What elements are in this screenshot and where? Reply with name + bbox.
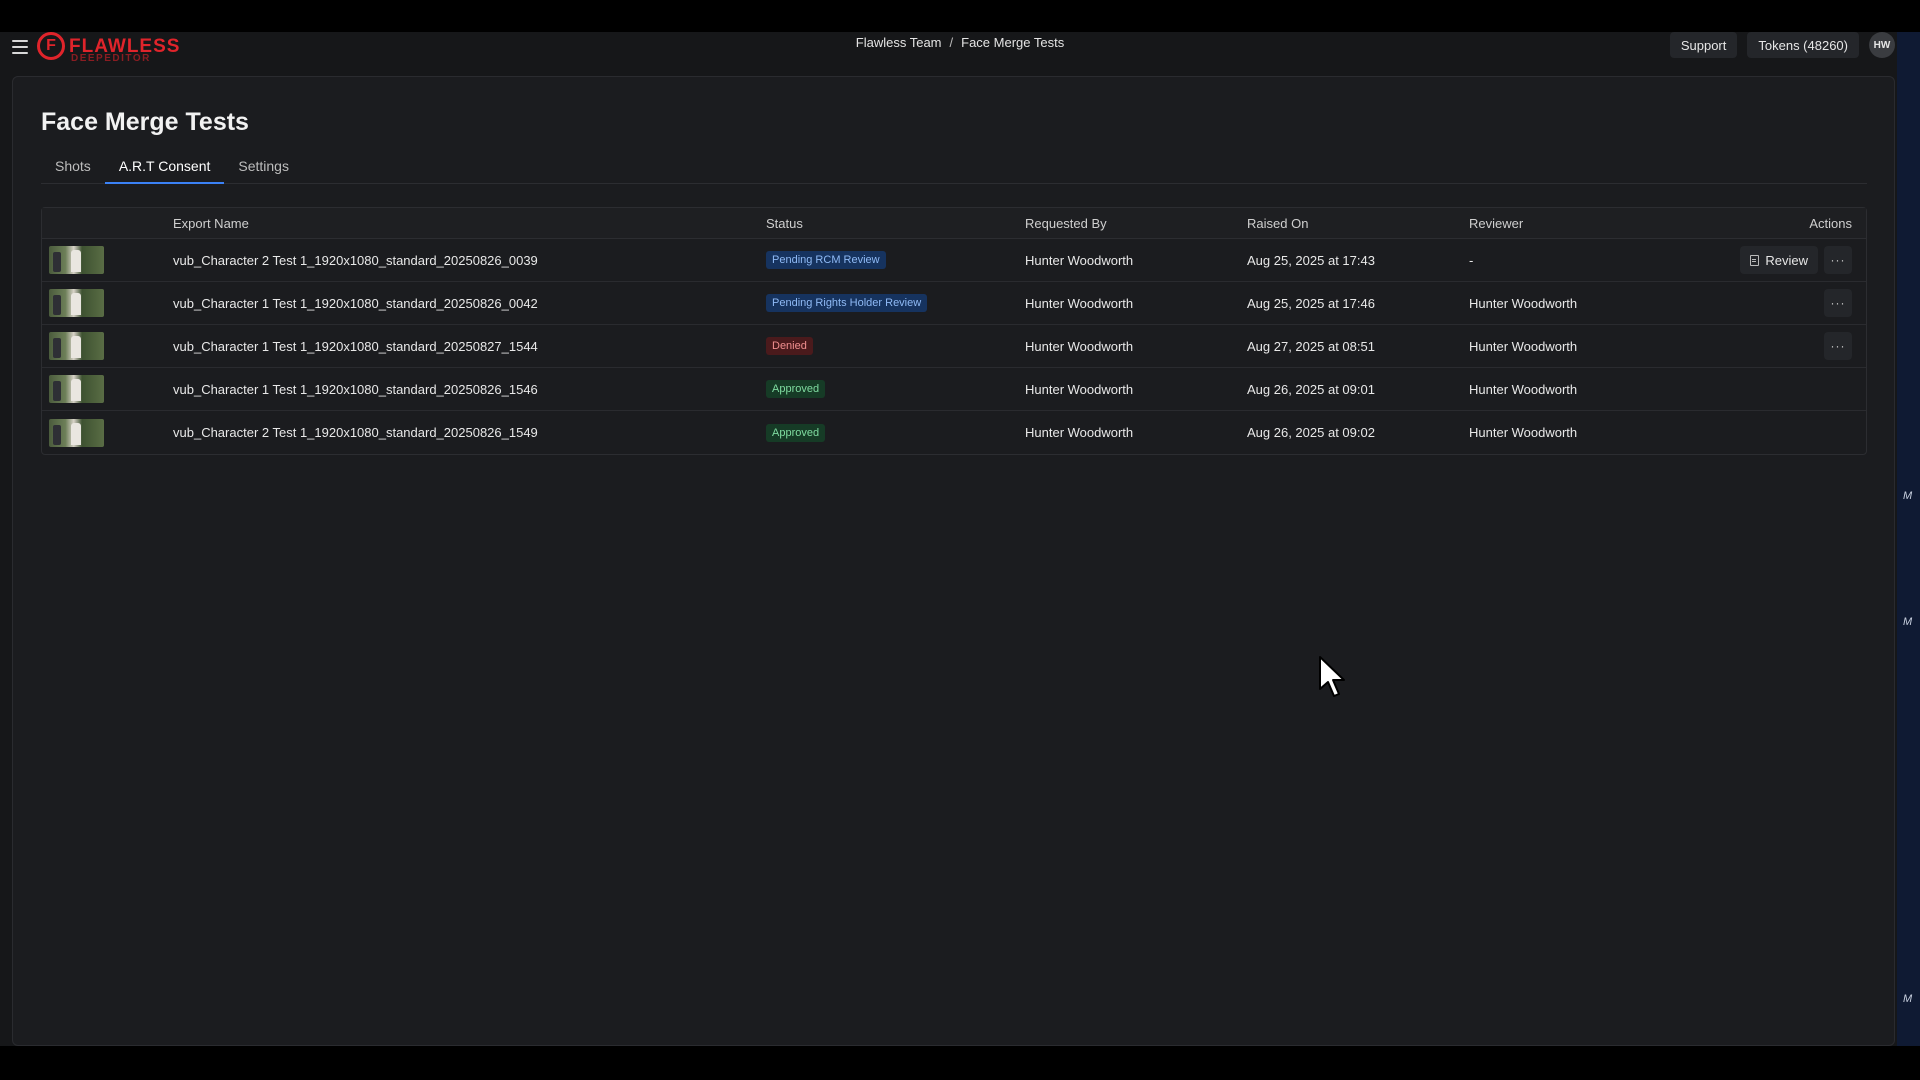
- thumb-cell: [42, 246, 173, 274]
- tab-settings[interactable]: Settings: [224, 154, 303, 184]
- more-options-button[interactable]: ···: [1824, 246, 1852, 274]
- status-badge: Approved: [766, 423, 826, 442]
- breadcrumb-team[interactable]: Flawless Team: [856, 35, 942, 50]
- review-label: Review: [1765, 252, 1808, 268]
- more-options-button[interactable]: ···: [1824, 332, 1852, 360]
- requested-by: Hunter Woodworth: [1025, 338, 1134, 354]
- tab-art-consent[interactable]: A.R.T Consent: [104, 154, 225, 184]
- table-row[interactable]: vub_Character 2 Test 1_1920x1080_standar…: [42, 239, 1866, 282]
- logo-sub-text: DEEPEDITOR: [71, 53, 151, 64]
- reviewer: Hunter Woodworth: [1469, 295, 1578, 311]
- strip-mark: M: [1903, 616, 1913, 628]
- export-name: vub_Character 1 Test 1_1920x1080_standar…: [173, 381, 538, 397]
- page-title: Face Merge Tests: [41, 108, 249, 136]
- export-thumbnail[interactable]: [49, 246, 104, 274]
- status-badge: Denied: [766, 337, 813, 355]
- status-cell: Approved: [766, 380, 1025, 398]
- export-thumbnail[interactable]: [49, 375, 104, 403]
- tab-bar: Shots A.R.T Consent Settings: [41, 154, 1867, 184]
- raised-on: Aug 27, 2025 at 08:51: [1247, 338, 1375, 354]
- header-actions: Support Tokens (48260) HW: [1669, 32, 1895, 58]
- consent-table: Export Name Status Requested By Raised O…: [41, 207, 1867, 455]
- review-button[interactable]: Review: [1740, 246, 1818, 274]
- export-thumbnail[interactable]: [49, 289, 104, 317]
- breadcrumb: Flawless Team / Face Merge Tests: [0, 35, 1920, 50]
- thumb-cell: [42, 375, 173, 403]
- header-export-name[interactable]: Export Name: [173, 216, 766, 231]
- status-cell: Approved: [766, 423, 1025, 442]
- logo-sub-wrap: DEEPEDITOR: [37, 48, 151, 66]
- export-thumbnail[interactable]: [49, 332, 104, 360]
- strip-mark: M: [1903, 490, 1913, 502]
- actions-cell: ···: [1679, 289, 1866, 317]
- mouse-cursor-icon: [1319, 656, 1345, 697]
- reviewer: Hunter Woodworth: [1469, 338, 1578, 354]
- main-panel: Face Merge Tests Shots A.R.T Consent Set…: [12, 76, 1895, 1046]
- raised-on: Aug 25, 2025 at 17:46: [1247, 295, 1375, 311]
- table-row[interactable]: vub_Character 1 Test 1_1920x1080_standar…: [42, 282, 1866, 325]
- tokens-button[interactable]: Tokens (48260): [1747, 32, 1859, 58]
- requested-by: Hunter Woodworth: [1025, 252, 1134, 268]
- table-row[interactable]: vub_Character 1 Test 1_1920x1080_standar…: [42, 325, 1866, 368]
- export-name: vub_Character 2 Test 1_1920x1080_standar…: [173, 252, 538, 268]
- avatar[interactable]: HW: [1869, 32, 1895, 58]
- reviewer: Hunter Woodworth: [1469, 381, 1578, 397]
- header-status[interactable]: Status: [766, 216, 1025, 231]
- requested-by: Hunter Woodworth: [1025, 381, 1134, 397]
- header-reviewer[interactable]: Reviewer: [1469, 216, 1679, 231]
- thumb-cell: [42, 289, 173, 317]
- status-cell: Pending RCM Review: [766, 251, 1025, 269]
- strip-mark: M: [1903, 993, 1913, 1005]
- raised-on: Aug 25, 2025 at 17:43: [1247, 252, 1375, 268]
- table-row[interactable]: vub_Character 2 Test 1_1920x1080_standar…: [42, 411, 1866, 454]
- status-cell: Pending Rights Holder Review: [766, 294, 1025, 312]
- status-badge: Pending Rights Holder Review: [766, 294, 928, 312]
- status-badge: Approved: [766, 380, 826, 398]
- tab-shots[interactable]: Shots: [41, 154, 105, 184]
- export-name: vub_Character 2 Test 1_1920x1080_standar…: [173, 425, 538, 440]
- actions-cell: ···: [1679, 332, 1866, 360]
- reviewer: Hunter Woodworth: [1469, 425, 1578, 440]
- breadcrumb-separator: /: [949, 35, 954, 50]
- export-name: vub_Character 1 Test 1_1920x1080_standar…: [173, 338, 538, 354]
- document-icon: [1750, 254, 1760, 266]
- export-thumbnail[interactable]: [49, 418, 104, 447]
- header-actions-col: Actions: [1809, 215, 1852, 231]
- right-edge-strip: M M M: [1897, 32, 1920, 1046]
- more-options-button[interactable]: ···: [1824, 289, 1852, 317]
- header-requested-by[interactable]: Requested By: [1025, 216, 1247, 231]
- letterbox-top: [0, 0, 1920, 32]
- header-raised-on[interactable]: Raised On: [1247, 216, 1469, 231]
- thumb-cell: [42, 418, 173, 447]
- raised-on: Aug 26, 2025 at 09:02: [1247, 425, 1375, 440]
- table-row[interactable]: vub_Character 1 Test 1_1920x1080_standar…: [42, 368, 1866, 411]
- hamburger-menu-icon[interactable]: [12, 40, 28, 54]
- app-window: F FLAWLESS DEEPEDITOR Flawless Team / Face…: [0, 32, 1920, 1046]
- status-badge: Pending RCM Review: [766, 251, 886, 269]
- support-button[interactable]: Support: [1669, 32, 1738, 58]
- letterbox-bottom: [0, 1046, 1920, 1080]
- actions-cell: Review ···: [1679, 246, 1866, 274]
- raised-on: Aug 26, 2025 at 09:01: [1247, 381, 1375, 397]
- table-header: Export Name Status Requested By Raised O…: [42, 208, 1866, 239]
- status-cell: Denied: [766, 337, 1025, 355]
- requested-by: Hunter Woodworth: [1025, 295, 1134, 311]
- breadcrumb-project[interactable]: Face Merge Tests: [961, 35, 1064, 50]
- reviewer: -: [1469, 252, 1474, 268]
- requested-by: Hunter Woodworth: [1025, 425, 1134, 440]
- export-name: vub_Character 1 Test 1_1920x1080_standar…: [173, 295, 538, 311]
- thumb-cell: [42, 332, 173, 360]
